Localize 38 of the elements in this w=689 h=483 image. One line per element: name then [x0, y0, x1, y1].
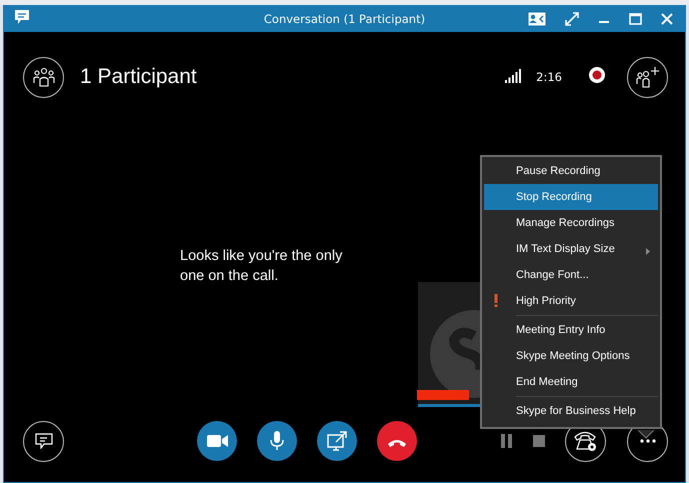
pause-button[interactable]: [501, 434, 513, 448]
close-icon[interactable]: [661, 12, 673, 24]
stop-icon: [533, 435, 545, 447]
pause-icon: [501, 434, 513, 448]
menu-item[interactable]: High Priority: [484, 288, 658, 314]
menu-item[interactable]: End Meeting: [484, 369, 658, 395]
microphone-button[interactable]: [257, 421, 297, 461]
share-screen-button[interactable]: [317, 421, 357, 461]
menu-item[interactable]: Meeting Entry Info: [484, 317, 658, 343]
add-participant-button[interactable]: [627, 56, 668, 98]
menu-item[interactable]: Manage Recordings: [484, 210, 658, 236]
people-icon: [32, 67, 56, 87]
menu-item[interactable]: IM Text Display Size: [484, 236, 658, 262]
info-message: Looks like you're the only one on the call.: [180, 247, 344, 286]
redaction-bar: [417, 390, 469, 400]
contact-card-icon[interactable]: [528, 12, 546, 26]
window-title: Conversation (1 Participant): [264, 12, 426, 26]
menu-item[interactable]: Skype Meeting Options: [484, 343, 658, 369]
hang-up-button[interactable]: [377, 421, 417, 461]
participants-button[interactable]: [23, 56, 64, 98]
chat-button[interactable]: [23, 420, 64, 462]
menu-item[interactable]: Stop Recording: [484, 184, 658, 210]
chat-icon: [34, 433, 52, 449]
menu-item[interactable]: Pause Recording: [484, 158, 658, 184]
speaking-indicator: [418, 404, 480, 407]
phone-gear-icon: [572, 429, 598, 453]
call-duration: 2:16: [536, 70, 562, 84]
signal-strength-icon: [505, 68, 522, 82]
maximize-icon[interactable]: [629, 12, 642, 24]
menu-item[interactable]: Change Font...: [484, 262, 658, 288]
more-icon: [640, 439, 656, 443]
chat-icon[interactable]: [14, 8, 30, 24]
video-button[interactable]: [197, 421, 237, 461]
add-person-icon: [636, 66, 660, 88]
fullscreen-icon[interactable]: [565, 12, 579, 26]
share-screen-icon: [325, 429, 349, 453]
participant-count: 1 Participant: [80, 65, 197, 89]
menu-item[interactable]: Skype for Business Help: [484, 398, 658, 424]
